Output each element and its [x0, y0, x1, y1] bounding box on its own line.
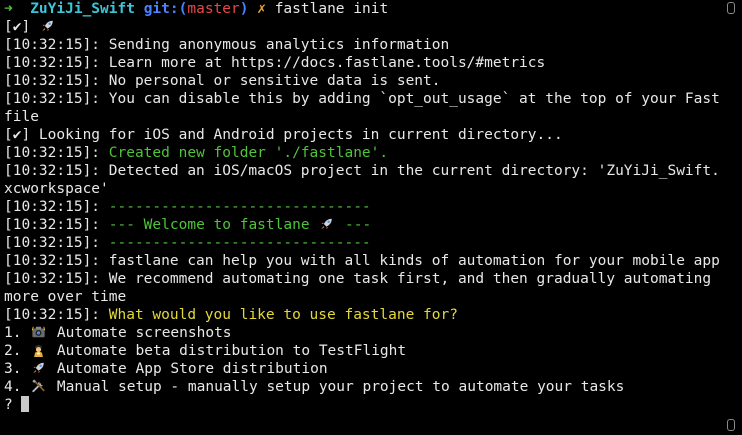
output-line: [10:32:15]: ----------------------------…: [4, 234, 720, 252]
camera-icon: [32, 326, 46, 338]
question-text: What would you like to use fastlane for?: [108, 307, 458, 323]
option-label: Automate beta distribution to TestFlight: [48, 343, 407, 359]
menu-option-1[interactable]: 1. Automate screenshots: [4, 324, 720, 342]
output-line: [✔]: [4, 18, 720, 36]
output-line: [10:32:15]: Sending anonymous analytics …: [4, 37, 450, 53]
option-label: Automate App Store distribution: [48, 361, 328, 377]
output-line: [10:32:15]: We recommend automating one …: [4, 271, 720, 305]
input-line[interactable]: ?: [4, 396, 720, 414]
output-line: [10:32:15]: fastlane can help you with a…: [4, 253, 720, 269]
output-line: [10:32:15]: ----------------------------…: [4, 198, 720, 216]
terminal-window[interactable]: ➜ ZuYiJi_Swift git:(master) ✗ fastlane i…: [0, 0, 742, 435]
input-prompt: ?: [4, 397, 13, 413]
tools-icon: [32, 379, 45, 393]
timestamp: [10:32:15]:: [4, 235, 109, 251]
prompt-command: fastlane init: [274, 1, 389, 17]
output-line: [10:32:15]: Created new folder './fastla…: [4, 144, 720, 162]
menu-option-3[interactable]: 3. Automate App Store distribution: [4, 360, 720, 378]
output-line: [10:32:15]: You can disable this by addi…: [4, 91, 720, 125]
text-cursor: [20, 396, 29, 412]
output-line: [10:32:15]: Learn more at https://docs.f…: [4, 55, 546, 71]
dirty-mark-icon: ✗: [257, 1, 266, 17]
timestamp: [10:32:15]:: [4, 199, 109, 215]
rocket-icon: [42, 20, 53, 32]
output-line: [10:32:15]: No personal or sensitive dat…: [4, 73, 441, 89]
option-number: 1.: [4, 325, 31, 341]
timestamp: [10:32:15]:: [4, 217, 109, 233]
scroll-up-icon[interactable]: [727, 2, 735, 14]
scroll-down-icon[interactable]: [727, 419, 735, 431]
option-label: Manual setup - manually setup your proje…: [48, 379, 625, 395]
option-number: 4.: [4, 379, 31, 395]
welcome-message-end: ---: [336, 217, 372, 233]
scrollbar[interactable]: [722, 0, 742, 435]
pilot-icon: [34, 344, 44, 357]
prompt-arrow-icon: ➜: [4, 1, 13, 17]
menu-option-2[interactable]: 2. Automate beta distribution to TestFli…: [4, 342, 720, 360]
timestamp: [10:32:15]:: [4, 145, 109, 161]
prompt-directory: ZuYiJi_Swift: [30, 1, 135, 17]
menu-option-4[interactable]: 4. Manual setup - manually setup your pr…: [4, 378, 720, 396]
option-label: Automate screenshots: [48, 325, 232, 341]
option-number: 3.: [4, 361, 31, 377]
output-line: [10:32:15]: --- Welcome to fastlane ---: [4, 216, 720, 234]
rocket-icon: [321, 218, 333, 230]
output-line: [10:32:15]: Detected an iOS/macOS projec…: [4, 163, 720, 197]
git-branch: master: [187, 1, 240, 17]
divider-text: ------------------------------: [108, 199, 371, 215]
option-number: 2.: [4, 343, 31, 359]
welcome-message: --- Welcome to fastlane: [108, 217, 319, 233]
rocket-icon: [33, 362, 44, 374]
git-label: git:(: [143, 1, 188, 17]
success-message: Created new folder './fastlane'.: [108, 145, 389, 161]
prompt-line: ➜ ZuYiJi_Swift git:(master) ✗ fastlane i…: [4, 0, 720, 18]
divider-text: ------------------------------: [108, 235, 371, 251]
timestamp: [10:32:15]:: [4, 307, 109, 323]
output-line: [10:32:15]: What would you like to use f…: [4, 306, 720, 324]
check-text: [✔]: [4, 19, 39, 35]
output-line: [✔] Looking for iOS and Android projects…: [4, 127, 563, 143]
